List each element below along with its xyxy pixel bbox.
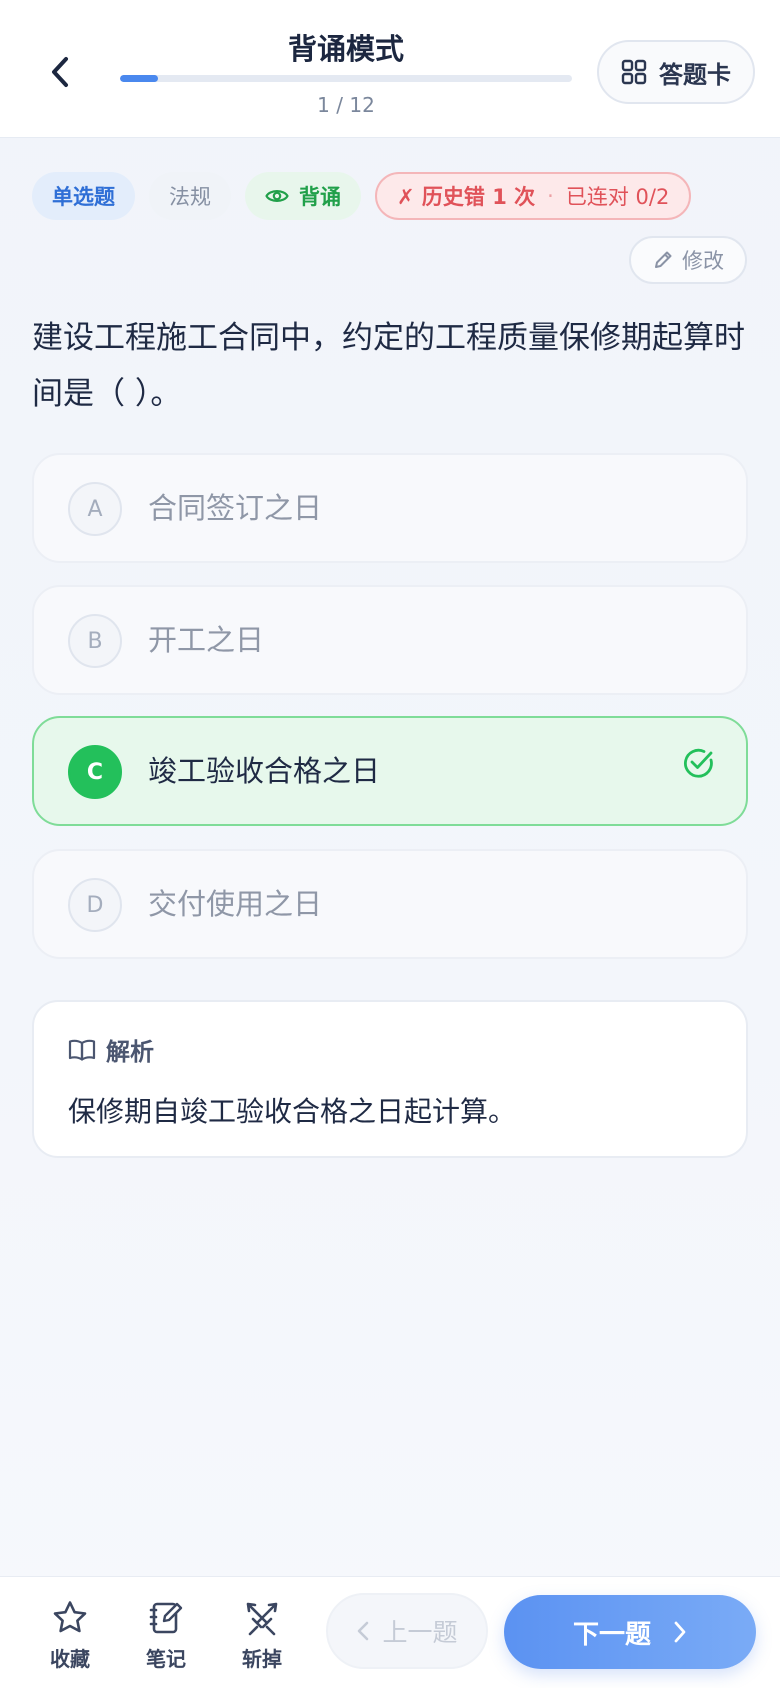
option-letter: C: [68, 745, 122, 799]
answer-card-button[interactable]: 答题卡: [597, 40, 755, 104]
progress-counter: 1 / 12: [317, 93, 375, 117]
option-c[interactable]: C 竣工验收合格之日: [32, 716, 748, 826]
bottom-bar: 收藏 笔记 斩掉 上一题 下一题: [0, 1576, 780, 1688]
prev-question-button[interactable]: 上一题: [326, 1593, 488, 1669]
analysis-card: 解析 保修期自竣工验收合格之日起计算。: [32, 1000, 748, 1158]
page-title: 背诵模式: [287, 32, 404, 66]
analysis-title: 解析: [106, 1038, 154, 1066]
chevron-left-icon: [358, 1621, 369, 1641]
question-text: 建设工程施工合同中，约定的工程质量保修期起算时间是（ ）。: [32, 320, 745, 412]
option-letter: A: [68, 482, 122, 536]
history-separator: ·: [547, 184, 554, 208]
eliminate-button[interactable]: 斩掉: [227, 1599, 297, 1679]
notebook-edit-icon: [149, 1602, 183, 1634]
category-tag: 法规: [149, 172, 231, 220]
mode-tag-label: 背诵: [299, 185, 341, 209]
edit-label: 修改: [682, 249, 724, 273]
progress-bar: [120, 75, 572, 82]
top-bar: 背诵模式 1 / 12 答题卡: [0, 0, 780, 138]
chevron-right-icon: [674, 1621, 686, 1643]
option-a[interactable]: A 合同签订之日: [32, 453, 748, 563]
favorite-label: 收藏: [50, 1647, 90, 1671]
next-question-button[interactable]: 下一题: [504, 1595, 756, 1669]
note-label: 笔记: [146, 1647, 186, 1671]
option-text: 竣工验收合格之日: [148, 754, 381, 788]
favorite-button[interactable]: 收藏: [35, 1599, 105, 1679]
history-wrong-count: ✗ 历史错 1 次: [397, 185, 536, 209]
answer-card-label: 答题卡: [659, 60, 731, 89]
option-b[interactable]: B 开工之日: [32, 585, 748, 695]
history-tag: ✗ 历史错 1 次 · 已连对 0/2: [375, 172, 692, 220]
option-text: 合同签订之日: [148, 491, 323, 525]
grid-icon: [621, 59, 647, 85]
option-text: 交付使用之日: [148, 887, 323, 921]
eliminate-label: 斩掉: [242, 1647, 282, 1671]
eye-icon: [265, 190, 289, 202]
crossed-swords-icon: [246, 1602, 278, 1636]
star-icon: [53, 1601, 87, 1633]
check-circle-icon: [684, 748, 713, 778]
note-button[interactable]: 笔记: [131, 1599, 201, 1679]
prev-question-label: 上一题: [382, 1618, 458, 1647]
option-letter: D: [68, 878, 122, 932]
option-text: 开工之日: [148, 623, 265, 657]
mode-tag: 背诵: [245, 172, 361, 220]
progress-bar-fill: [120, 75, 158, 82]
analysis-header: 解析: [68, 1032, 154, 1067]
analysis-body: 保修期自竣工验收合格之日起计算。: [68, 1095, 517, 1128]
edit-button[interactable]: 修改: [629, 236, 747, 284]
question-tags: 单选题 法规 背诵 ✗ 历史错 1 次 · 已连对 0/2: [32, 172, 692, 220]
book-icon: [68, 1039, 96, 1061]
option-d[interactable]: D 交付使用之日: [32, 849, 748, 959]
next-question-label: 下一题: [572, 1619, 651, 1650]
streak-count: 已连对 0/2: [565, 185, 670, 209]
pencil-icon: [655, 251, 672, 268]
option-letter: B: [68, 614, 122, 668]
question-type-tag: 单选题: [32, 172, 135, 220]
